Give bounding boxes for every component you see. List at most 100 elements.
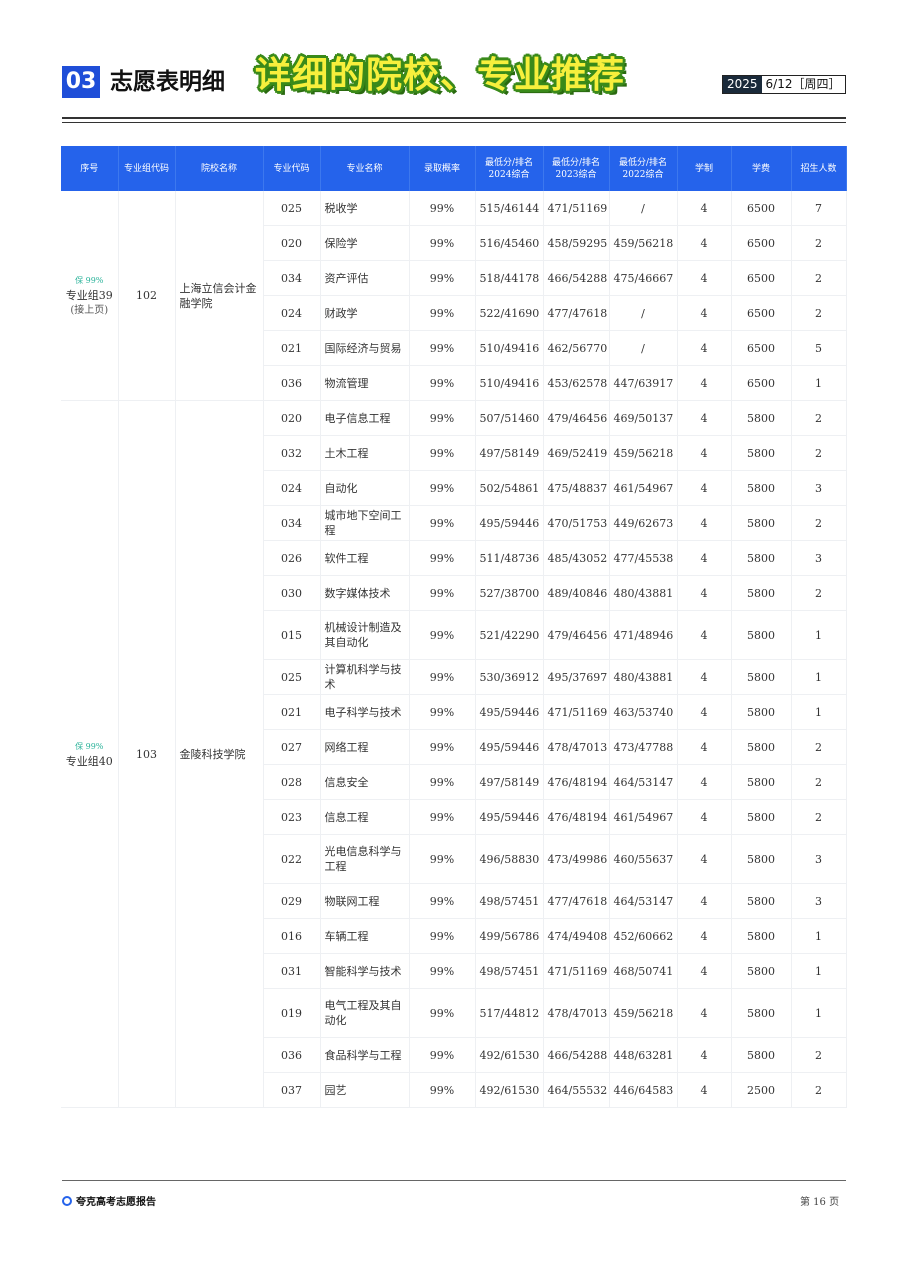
enrollment-cell: 2 (791, 295, 847, 331)
tuition-cell: 6500 (731, 365, 792, 401)
score-2024-cell: 498/57451 (475, 883, 544, 919)
score-2024-cell: 527/38700 (475, 575, 544, 611)
score-2023-cell: 471/51169 (543, 953, 610, 989)
enrollment-cell: 2 (791, 799, 847, 835)
enrollment-cell: 2 (791, 435, 847, 471)
score-2022-cell: 469/50137 (609, 400, 678, 436)
score-2022-cell: 477/45538 (609, 540, 678, 576)
major-code-cell: 021 (263, 694, 321, 730)
enrollment-cell: 1 (791, 694, 847, 730)
group-label: 专业组40 (65, 755, 113, 768)
brand-logo-icon (62, 1195, 72, 1206)
score-2023-cell: 477/47618 (543, 883, 610, 919)
tuition-cell: 5800 (731, 799, 792, 835)
score-2024-cell: 495/59446 (475, 694, 544, 730)
major-name-cell: 物流管理 (320, 365, 410, 401)
score-2024-cell: 516/45460 (475, 225, 544, 261)
group-sub-label: (接上页) (70, 305, 109, 316)
enrollment-cell: 2 (791, 575, 847, 611)
duration-cell: 4 (677, 225, 732, 261)
footer-brand: 夸克高考志愿报告 (62, 1193, 156, 1208)
tuition-cell: 6500 (731, 330, 792, 366)
score-2022-cell: 460/55637 (609, 834, 678, 884)
enrollment-cell: 1 (791, 659, 847, 695)
major-code-cell: 021 (263, 330, 321, 366)
score-2024-cell: 517/44812 (475, 988, 544, 1038)
probability-cell: 99% (409, 883, 476, 919)
column-header: 学制 (677, 146, 732, 191)
score-2022-cell: 480/43881 (609, 659, 678, 695)
tuition-cell: 5800 (731, 575, 792, 611)
column-header: 院校名称 (175, 146, 264, 191)
probability-tag: 保 99% (75, 742, 104, 751)
score-2023-cell: 475/48837 (543, 470, 610, 506)
probability-cell: 99% (409, 953, 476, 989)
score-2024-cell: 495/59446 (475, 729, 544, 765)
score-2022-cell: 473/47788 (609, 729, 678, 765)
major-name-cell: 车辆工程 (320, 918, 410, 954)
probability-cell: 99% (409, 799, 476, 835)
date-year: 2025 (723, 76, 762, 93)
score-2024-cell: 518/44178 (475, 260, 544, 296)
tuition-cell: 5800 (731, 400, 792, 436)
column-header: 专业名称 (320, 146, 410, 191)
score-2023-cell: 470/51753 (543, 505, 610, 541)
major-name-cell: 物联网工程 (320, 883, 410, 919)
duration-cell: 4 (677, 575, 732, 611)
probability-cell: 99% (409, 575, 476, 611)
column-header: 序号 (61, 146, 119, 191)
tuition-cell: 5800 (731, 918, 792, 954)
score-2022-cell: / (609, 295, 678, 331)
group-code-cell: 102 (118, 191, 176, 401)
probability-cell: 99% (409, 400, 476, 436)
enrollment-cell: 1 (791, 953, 847, 989)
score-2023-cell: 473/49986 (543, 834, 610, 884)
major-code-cell: 019 (263, 988, 321, 1038)
table-body: 保 99% 专业组39 (接上页) 102 上海立信会计金融学院 025 税收学 99% 515… (61, 191, 847, 1108)
footer-divider (62, 1180, 846, 1181)
score-2024-cell: 510/49416 (475, 330, 544, 366)
score-2024-cell: 497/58149 (475, 764, 544, 800)
score-2024-cell: 521/42290 (475, 610, 544, 660)
score-2023-cell: 458/59295 (543, 225, 610, 261)
score-2023-cell: 478/47013 (543, 988, 610, 1038)
score-2022-cell: 459/56218 (609, 225, 678, 261)
major-code-cell: 027 (263, 729, 321, 765)
tuition-cell: 6500 (731, 260, 792, 296)
major-name-cell: 园艺 (320, 1072, 410, 1108)
score-2023-cell: 478/47013 (543, 729, 610, 765)
probability-tag: 保 99% (75, 276, 104, 285)
probability-cell: 99% (409, 540, 476, 576)
score-2022-cell: 446/64583 (609, 1072, 678, 1108)
score-2024-cell: 495/59446 (475, 505, 544, 541)
score-2022-cell: / (609, 330, 678, 366)
score-2024-cell: 497/58149 (475, 435, 544, 471)
major-name-cell: 光电信息科学与工程 (320, 834, 410, 884)
tuition-cell: 5800 (731, 540, 792, 576)
footer-brand-text: 夸克高考志愿报告 (76, 1197, 156, 1208)
major-code-cell: 024 (263, 470, 321, 506)
major-code-cell: 015 (263, 610, 321, 660)
table-header: 序号 专业组代码 院校名称 专业代码 专业名称 录取概率 最低分/排名 2024综合 最低分/… (61, 146, 847, 191)
major-name-cell: 城市地下空间工程 (320, 505, 410, 541)
score-2023-cell: 485/43052 (543, 540, 610, 576)
major-name-cell: 电气工程及其自动化 (320, 988, 410, 1038)
score-2022-cell: 461/54967 (609, 799, 678, 835)
section-title: 志愿表明细 (110, 68, 225, 95)
major-name-cell: 智能科学与技术 (320, 953, 410, 989)
enrollment-cell: 3 (791, 883, 847, 919)
score-2022-cell: 464/53147 (609, 764, 678, 800)
table-row: 保 99% 专业组40 103 金陵科技学院 020 电子信息工程 99% 507/51460… (61, 400, 847, 1108)
score-2022-cell: 448/63281 (609, 1037, 678, 1073)
enrollment-cell: 2 (791, 729, 847, 765)
major-name-cell: 食品科学与工程 (320, 1037, 410, 1073)
score-2023-cell: 466/54288 (543, 1037, 610, 1073)
tuition-cell: 5800 (731, 694, 792, 730)
group-index-cell: 保 99% 专业组40 (61, 400, 119, 1108)
score-2022-cell: 459/56218 (609, 435, 678, 471)
major-code-cell: 025 (263, 659, 321, 695)
enrollment-cell: 3 (791, 540, 847, 576)
score-2023-cell: 476/48194 (543, 764, 610, 800)
major-code-cell: 037 (263, 1072, 321, 1108)
score-2024-cell: 495/59446 (475, 799, 544, 835)
